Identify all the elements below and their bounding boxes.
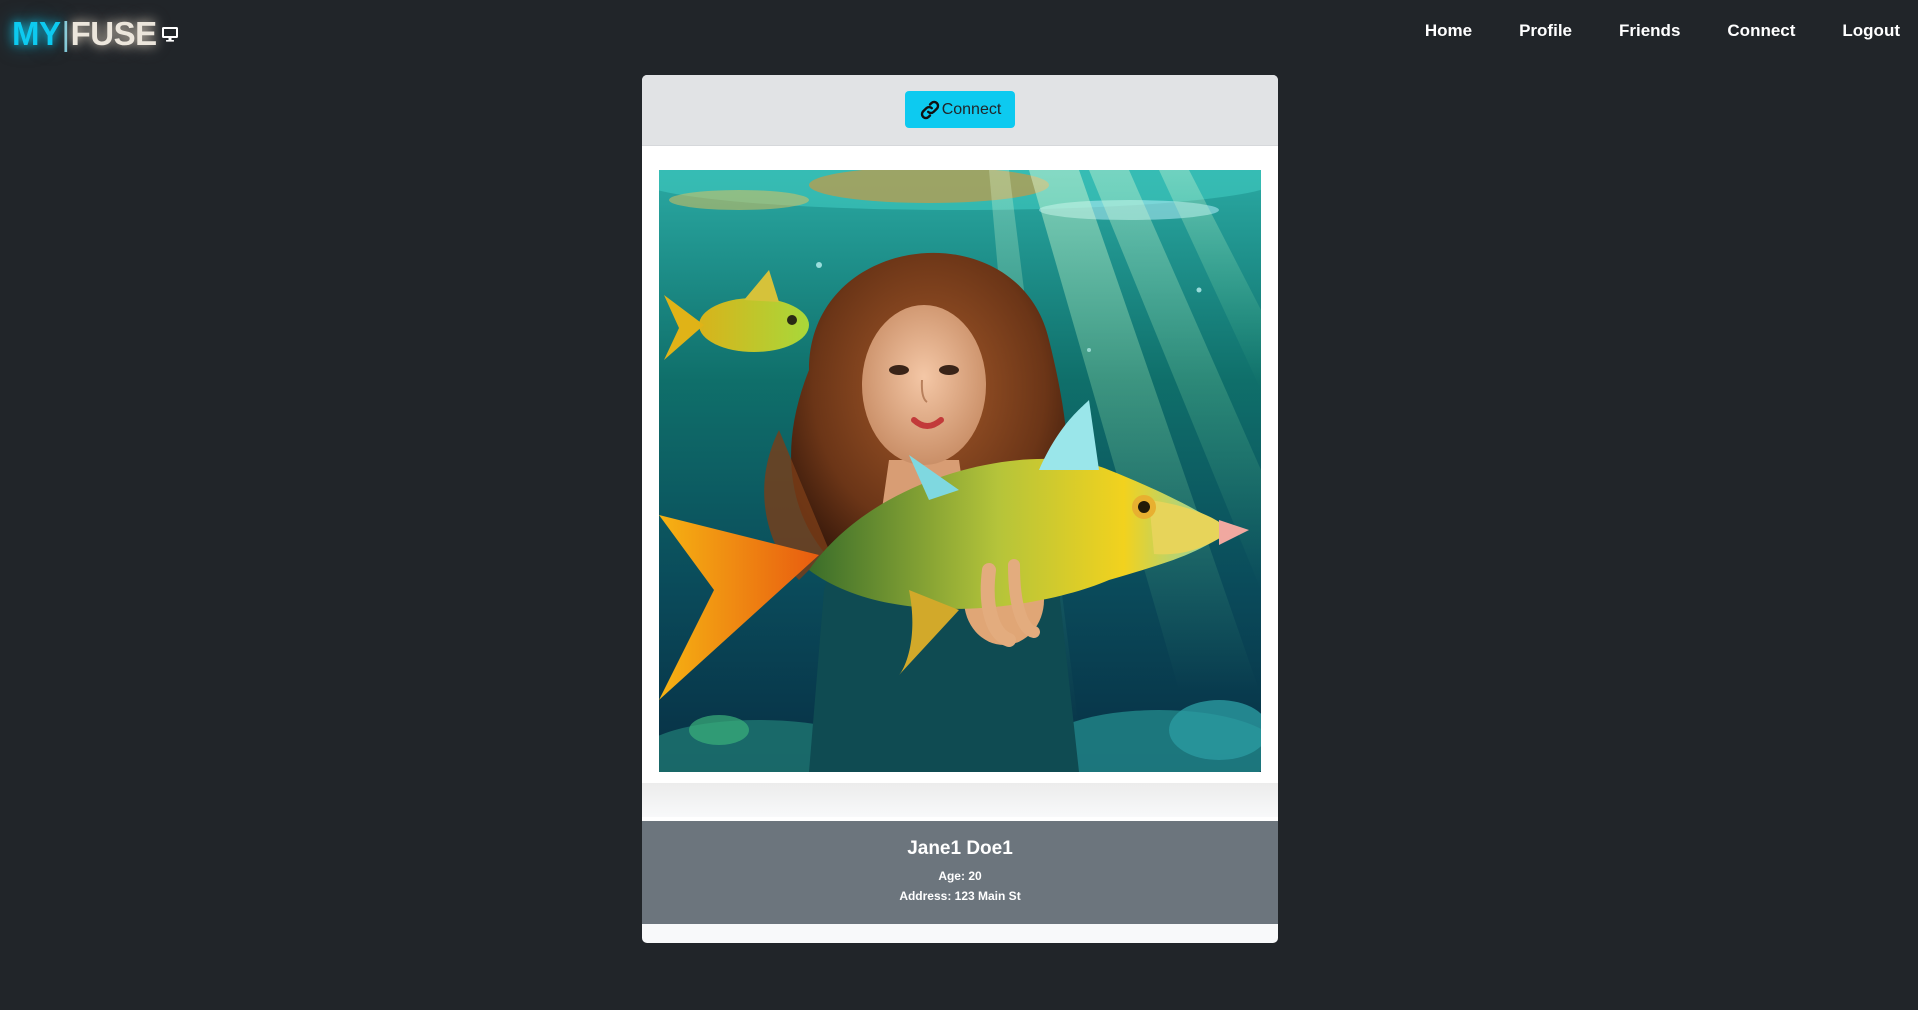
navbar: MY | FUSE Home Profile Friends Connect Log…: [0, 0, 1918, 66]
connect-button-label: Connect: [941, 100, 1002, 118]
monitor-icon: [162, 27, 178, 42]
link-icon: [920, 100, 939, 119]
brand-my-text: MY: [12, 15, 61, 52]
profile-name: Jane1 Doe1: [907, 838, 1013, 859]
nav-link-home[interactable]: Home: [1425, 21, 1472, 41]
nav-link-friends[interactable]: Friends: [1619, 21, 1680, 41]
brand-logo[interactable]: MY | FUSE: [12, 14, 157, 54]
nav-link-connect[interactable]: Connect: [1727, 21, 1795, 41]
nav-link-logout[interactable]: Logout: [1842, 21, 1900, 41]
profile-info-panel: Jane1 Doe1 Age: 20 Address: 123 Main St: [642, 821, 1278, 924]
card-header: Connect: [642, 75, 1278, 146]
brand-separator: |: [61, 15, 71, 52]
nav-links: Home Profile Friends Connect Logout: [1378, 21, 1900, 41]
profile-photo: [659, 170, 1261, 772]
photo-shadow: [642, 783, 1278, 817]
profile-photo-image: [659, 170, 1261, 772]
nav-link-profile[interactable]: Profile: [1519, 21, 1572, 41]
brand-fuse-text: FUSE: [70, 15, 158, 52]
profile-card: Connect Jane1 Doe1 Age: 20 Address: 123 …: [642, 75, 1278, 943]
profile-address: Address: 123 Main St: [899, 889, 1021, 903]
connect-button[interactable]: Connect: [905, 91, 1015, 128]
profile-age: Age: 20: [938, 869, 982, 883]
